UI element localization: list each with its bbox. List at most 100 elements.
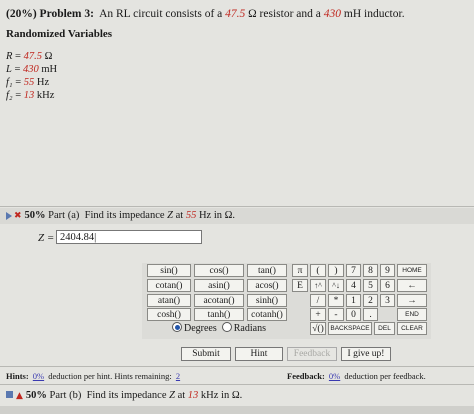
- key-6[interactable]: 6: [380, 279, 395, 292]
- answer-input[interactable]: 2404.84|: [56, 230, 202, 244]
- key-open-paren[interactable]: (: [310, 264, 326, 277]
- key-5[interactable]: 5: [363, 279, 378, 292]
- key-minus[interactable]: -: [328, 308, 344, 321]
- part-a-text-2: at: [175, 210, 184, 221]
- hints-text: deduction per hint. Hints remaining:: [48, 371, 172, 381]
- problem-text-1: An RL circuit consists of a: [99, 8, 223, 20]
- section-divider: [0, 206, 474, 207]
- part-a-percent: 50%: [24, 210, 46, 221]
- key-decimal[interactable]: .: [363, 308, 378, 321]
- degrees-label: Degrees: [184, 323, 217, 334]
- key-e[interactable]: E: [292, 279, 308, 292]
- key-cosh[interactable]: cosh(): [147, 308, 191, 321]
- feedback-button[interactable]: Feedback: [287, 347, 337, 361]
- variable-row: f₂ = 13 kHz: [6, 89, 57, 102]
- submit-button[interactable]: Submit: [181, 347, 231, 361]
- part-a-label: Part (a): [48, 210, 80, 221]
- randomized-variables-heading: Randomized Variables: [6, 28, 113, 40]
- variable-value: 430: [23, 64, 39, 75]
- part-b-heading[interactable]: ▲ 50% Part (b) Find its impedance Z at 13…: [6, 390, 242, 401]
- key-atan[interactable]: atan(): [147, 294, 191, 307]
- key-cos[interactable]: cos(): [194, 264, 244, 277]
- feedback-deduction: 0%: [328, 371, 341, 381]
- problem-inductance: 430: [323, 8, 341, 20]
- key-divide[interactable]: /: [310, 294, 326, 307]
- variable-eq: =: [11, 64, 24, 75]
- variable-name: f₂: [6, 90, 13, 101]
- key-superscript-down[interactable]: ^↓: [328, 279, 344, 292]
- key-clear[interactable]: CLEAR: [397, 322, 427, 335]
- part-b-label: Part (b): [49, 390, 82, 401]
- key-9[interactable]: 9: [380, 264, 395, 277]
- key-left[interactable]: ←: [397, 279, 427, 292]
- key-0[interactable]: 0: [346, 308, 361, 321]
- variable-unit: Hz: [34, 77, 50, 88]
- key-1[interactable]: 1: [346, 294, 361, 307]
- problem-label: Problem 3:: [39, 8, 94, 20]
- radians-radio[interactable]: [221, 322, 232, 332]
- key-pi[interactable]: π: [292, 264, 308, 277]
- key-sin[interactable]: sin(): [147, 264, 191, 277]
- part-b-text-1: Find its impedance: [86, 390, 167, 401]
- answer-value: 2404.84: [60, 232, 95, 243]
- expand-arrow-icon[interactable]: [6, 211, 12, 220]
- hints-deduction: 0%: [32, 371, 45, 381]
- variable-eq: =: [12, 51, 24, 62]
- variable-eq: =: [12, 77, 24, 88]
- problem-statement: (20%) Problem 3: An RL circuit consists …: [6, 8, 405, 20]
- part-b-text-3: kHz in Ω.: [200, 390, 243, 401]
- degrees-radio[interactable]: [172, 322, 182, 332]
- variable-unit: mH: [38, 64, 58, 75]
- key-home[interactable]: HOME: [397, 264, 427, 277]
- key-cotanh[interactable]: cotanh(): [247, 308, 287, 321]
- variable-row: L = 430 mH: [6, 63, 57, 76]
- problem-text-3: mH inductor.: [343, 8, 405, 20]
- variable-row: f₁ = 55 Hz: [6, 76, 57, 89]
- key-2[interactable]: 2: [363, 294, 378, 307]
- section-divider: [0, 384, 474, 385]
- key-acotan[interactable]: acotan(): [194, 294, 244, 307]
- feedback-label: Feedback:: [287, 371, 325, 381]
- collapsed-square-icon[interactable]: [6, 391, 13, 398]
- hint-button[interactable]: Hint: [235, 347, 283, 361]
- variable-unit: kHz: [34, 90, 55, 101]
- key-3[interactable]: 3: [380, 294, 395, 307]
- variables-list: R = 47.5 Ω L = 430 mH f₁ = 55 Hz f₂ = 13…: [6, 50, 57, 102]
- key-end[interactable]: END: [397, 308, 427, 321]
- key-right[interactable]: →: [397, 294, 427, 307]
- variable-value: 13: [23, 90, 35, 101]
- hints-remaining: 2: [175, 371, 181, 381]
- problem-text-2: Ω resistor and a: [248, 8, 321, 20]
- variable-value: 47.5: [23, 51, 42, 62]
- feedback-info: Feedback: 0% deduction per feedback.: [287, 371, 426, 381]
- part-a-text-1: Find its impedance: [84, 210, 165, 221]
- section-divider: [0, 366, 474, 367]
- key-tanh[interactable]: tanh(): [194, 308, 244, 321]
- key-4[interactable]: 4: [346, 279, 361, 292]
- key-tan[interactable]: tan(): [247, 264, 287, 277]
- key-close-paren[interactable]: ): [328, 264, 344, 277]
- key-8[interactable]: 8: [363, 264, 378, 277]
- variable-name: f₁: [6, 77, 13, 88]
- part-a-heading[interactable]: ✖ 50% Part (a) Find its impedance Z at 55…: [6, 210, 235, 221]
- variable-eq: =: [12, 90, 24, 101]
- variable-value: 55: [23, 77, 35, 88]
- part-b-text-2: at: [177, 390, 186, 401]
- key-sinh[interactable]: sinh(): [247, 294, 287, 307]
- key-plus[interactable]: +: [310, 308, 326, 321]
- key-del[interactable]: DEL: [374, 322, 395, 335]
- key-multiply[interactable]: *: [328, 294, 344, 307]
- key-backspace[interactable]: BACKSPACE: [328, 322, 372, 335]
- variable-row: R = 47.5 Ω: [6, 50, 57, 63]
- key-7[interactable]: 7: [346, 264, 361, 277]
- key-sqrt[interactable]: √(): [310, 322, 326, 335]
- give-up-button[interactable]: I give up!: [341, 347, 391, 361]
- problem-weight: (20%): [6, 8, 37, 20]
- key-superscript-up[interactable]: ↑^: [310, 279, 326, 292]
- key-acos[interactable]: acos(): [247, 279, 287, 292]
- key-cotan[interactable]: cotan(): [147, 279, 191, 292]
- answer-label: Z =: [38, 232, 54, 244]
- bottom-strip: [0, 406, 474, 414]
- key-asin[interactable]: asin(): [194, 279, 244, 292]
- part-a-text-3: Hz in Ω.: [198, 210, 236, 221]
